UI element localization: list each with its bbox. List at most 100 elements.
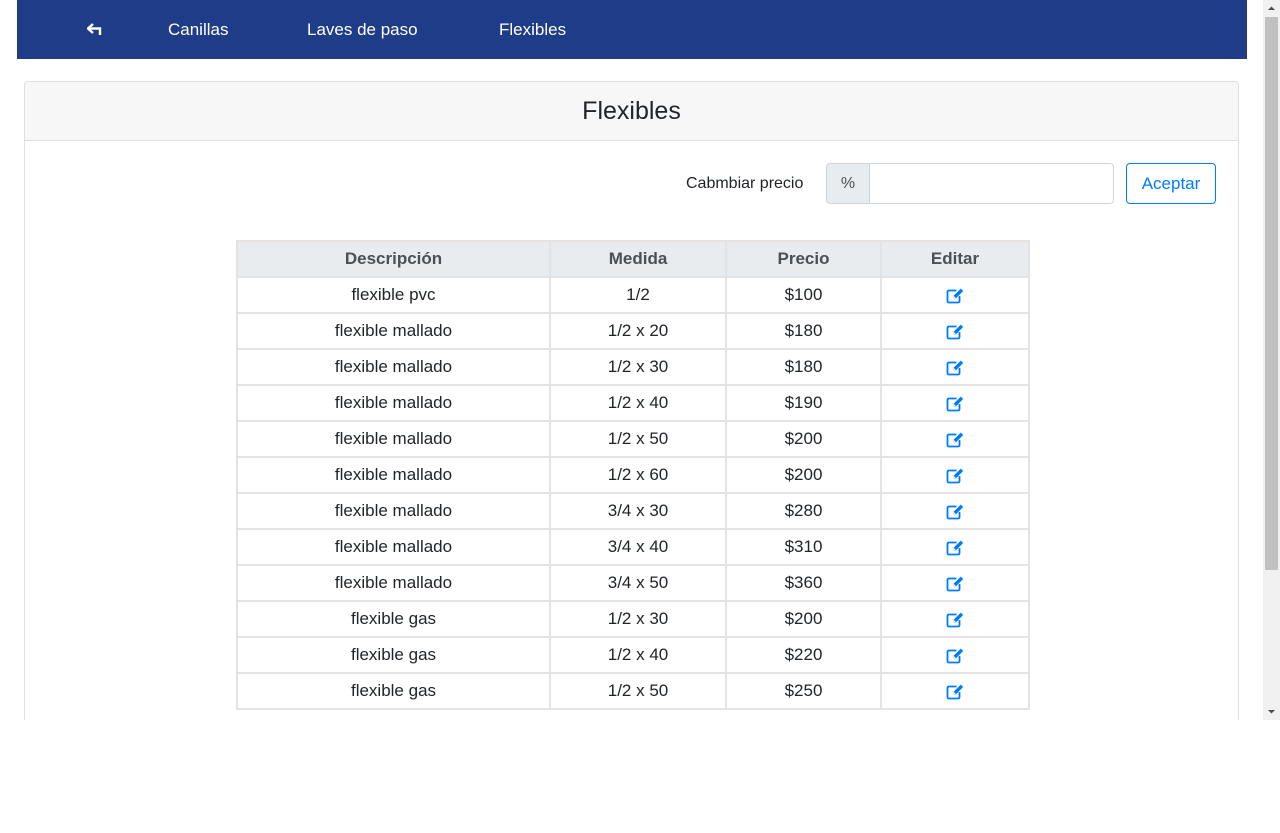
cell-precio: $280: [725, 492, 882, 530]
scrollbar-thumb[interactable]: [1265, 17, 1278, 570]
edit-button[interactable]: [946, 467, 965, 484]
table-row: flexible mallado 1/2 x 60 $200: [236, 456, 1030, 494]
cell-precio: $310: [725, 528, 882, 566]
cell-descripcion: flexible mallado: [236, 348, 551, 386]
cell-descripcion: flexible mallado: [236, 420, 551, 458]
header-precio: Precio: [725, 240, 882, 278]
cell-precio: $180: [725, 348, 882, 386]
table-row: flexible mallado 1/2 x 20 $180: [236, 312, 1030, 350]
cell-medida: 1/2 x 60: [549, 456, 727, 494]
cell-descripcion: flexible gas: [236, 636, 551, 674]
header-editar: Editar: [880, 240, 1030, 278]
accept-button[interactable]: Aceptar: [1126, 163, 1216, 204]
cell-descripcion: flexible mallado: [236, 384, 551, 422]
table-row: flexible gas 1/2 x 30 $200: [236, 600, 1030, 638]
nav-link-canillas[interactable]: Canillas: [168, 0, 228, 59]
edit-icon: [946, 540, 963, 556]
edit-icon: [946, 324, 963, 340]
edit-button[interactable]: [946, 611, 965, 628]
cell-precio: $190: [725, 384, 882, 422]
nav-link-flexibles[interactable]: Flexibles: [499, 0, 566, 59]
percent-addon: %: [826, 163, 869, 204]
cell-descripcion: flexible mallado: [236, 492, 551, 530]
cell-medida: 1/2 x 20: [549, 312, 727, 350]
page-viewport: Canillas Laves de paso Flexibles Flexibl…: [0, 0, 1263, 720]
percent-input[interactable]: [869, 163, 1114, 204]
cell-descripcion: flexible mallado: [236, 564, 551, 602]
cell-precio: $100: [725, 276, 882, 314]
edit-icon: [946, 468, 963, 484]
vertical-scrollbar[interactable]: [1263, 0, 1280, 720]
cell-editar: [880, 348, 1030, 386]
edit-icon: [946, 576, 963, 592]
edit-button[interactable]: [946, 503, 965, 520]
table-row: flexible mallado 1/2 x 40 $190: [236, 384, 1030, 422]
cell-medida: 3/4 x 40: [549, 528, 727, 566]
cell-descripcion: flexible gas: [236, 600, 551, 638]
cell-precio: $200: [725, 456, 882, 494]
price-change-label: Cabmbiar precio: [686, 175, 804, 192]
edit-button[interactable]: [946, 287, 965, 304]
cell-medida: 1/2 x 30: [549, 600, 727, 638]
price-change-form: Cabmbiar precio % Aceptar: [25, 163, 1238, 204]
edit-icon: [946, 432, 963, 448]
cell-descripcion: flexible pvc: [236, 276, 551, 314]
cell-medida: 1/2 x 50: [549, 420, 727, 458]
table-row: flexible mallado 3/4 x 30 $280: [236, 492, 1030, 530]
table-body: flexible pvc 1/2 $100 flexible mallado 1/2 x…: [236, 276, 1030, 710]
edit-button[interactable]: [946, 359, 965, 376]
cell-medida: 3/4 x 30: [549, 492, 727, 530]
nav-link-laves-de-paso[interactable]: Laves de paso: [307, 0, 418, 59]
edit-button[interactable]: [946, 395, 965, 412]
edit-icon: [946, 648, 963, 664]
edit-button[interactable]: [946, 323, 965, 340]
flexibles-card: Flexibles Cabmbiar precio % Aceptar Desc…: [24, 81, 1239, 720]
table-row: flexible mallado 1/2 x 50 $200: [236, 420, 1030, 458]
cell-precio: $360: [725, 564, 882, 602]
cell-medida: 1/2 x 50: [549, 672, 727, 710]
edit-button[interactable]: [946, 683, 965, 700]
cell-precio: $200: [725, 420, 882, 458]
cell-medida: 1/2 x 40: [549, 636, 727, 674]
cell-descripcion: flexible mallado: [236, 312, 551, 350]
scroll-up-arrow-icon[interactable]: [1263, 0, 1280, 17]
edit-button[interactable]: [946, 431, 965, 448]
cell-precio: $200: [725, 600, 882, 638]
cell-editar: [880, 492, 1030, 530]
cell-editar: [880, 672, 1030, 710]
edit-icon: [946, 684, 963, 700]
edit-icon: [946, 360, 963, 376]
cell-editar: [880, 456, 1030, 494]
flexibles-table: Descripción Medida Precio Editar flexibl…: [236, 240, 1030, 710]
cell-medida: 3/4 x 50: [549, 564, 727, 602]
cell-editar: [880, 528, 1030, 566]
cell-medida: 1/2: [549, 276, 727, 314]
edit-button[interactable]: [946, 575, 965, 592]
table-header-row: Descripción Medida Precio Editar: [236, 240, 1030, 278]
cell-descripcion: flexible mallado: [236, 528, 551, 566]
scroll-down-arrow-icon[interactable]: [1263, 703, 1280, 720]
table-row: flexible gas 1/2 x 40 $220: [236, 636, 1030, 674]
cell-editar: [880, 384, 1030, 422]
table-row: flexible mallado 3/4 x 40 $310: [236, 528, 1030, 566]
cell-descripcion: flexible gas: [236, 672, 551, 710]
header-medida: Medida: [549, 240, 727, 278]
header-descripcion: Descripción: [236, 240, 551, 278]
table-row: flexible mallado 3/4 x 50 $360: [236, 564, 1030, 602]
edit-icon: [946, 288, 963, 304]
cell-precio: $220: [725, 636, 882, 674]
return-arrow-icon: [87, 23, 102, 35]
cell-editar: [880, 564, 1030, 602]
cell-descripcion: flexible mallado: [236, 456, 551, 494]
cell-editar: [880, 600, 1030, 638]
table-row: flexible pvc 1/2 $100: [236, 276, 1030, 314]
card-header: Flexibles: [25, 82, 1238, 141]
cell-precio: $180: [725, 312, 882, 350]
cell-editar: [880, 636, 1030, 674]
cell-medida: 1/2 x 30: [549, 348, 727, 386]
edit-icon: [946, 396, 963, 412]
edit-button[interactable]: [946, 647, 965, 664]
edit-icon: [946, 504, 963, 520]
back-button[interactable]: [79, 14, 113, 46]
edit-button[interactable]: [946, 539, 965, 556]
